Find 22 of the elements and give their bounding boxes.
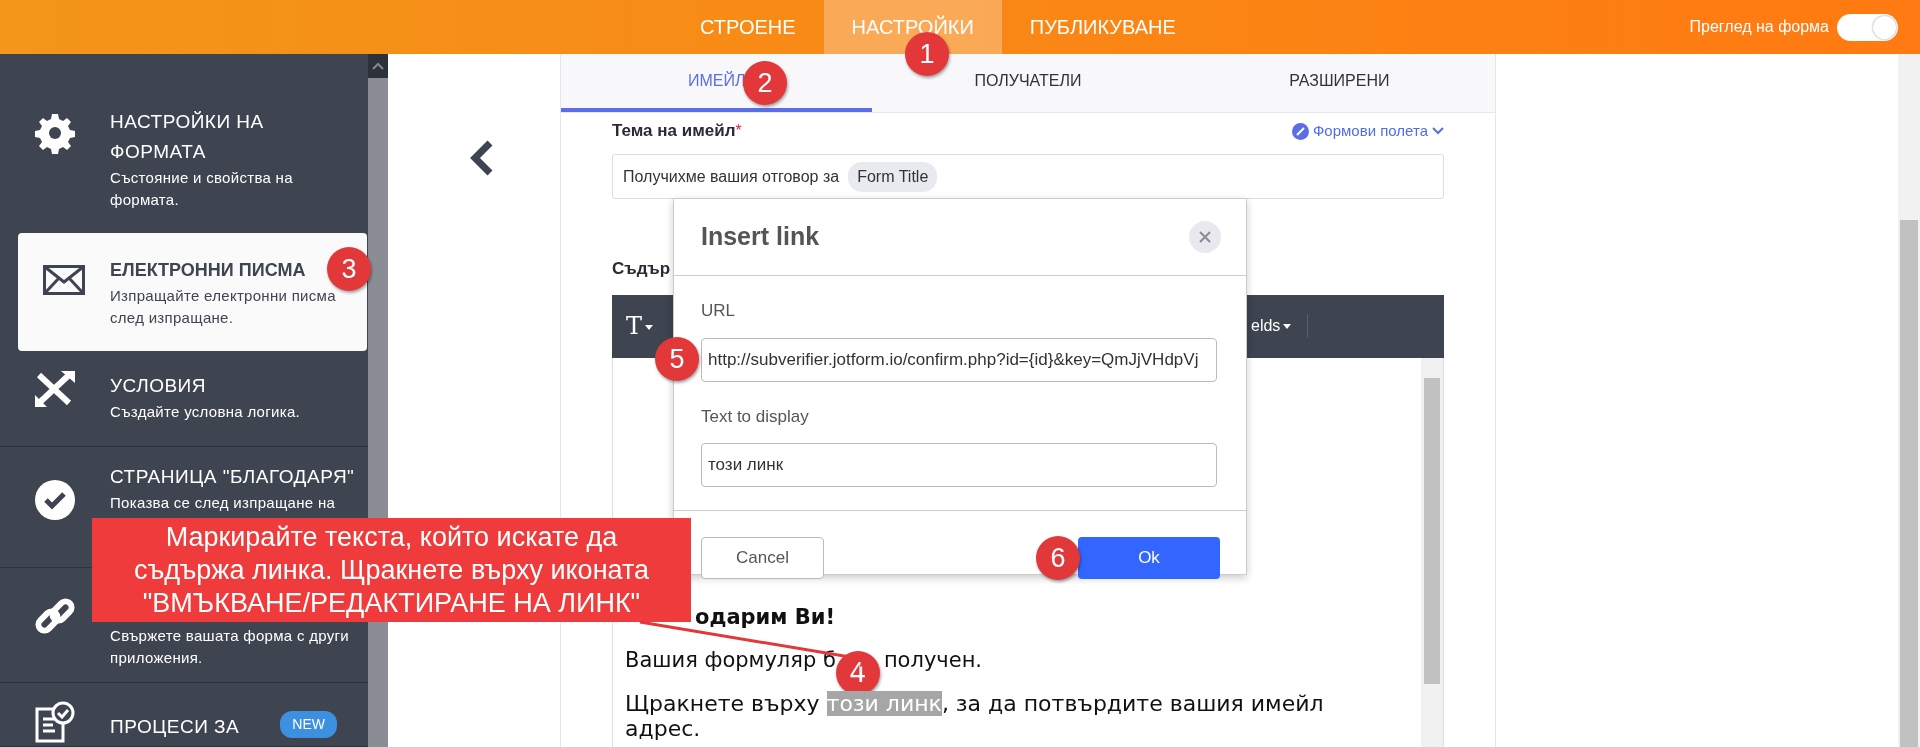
field-label: URL: [701, 300, 736, 322]
required-mark: *: [735, 121, 742, 141]
item-title: УСЛОВИЯ: [110, 374, 206, 398]
dialog-title: Insert link: [701, 221, 820, 253]
field-label: Тема на имейл: [612, 120, 736, 143]
annotation-tooltip: Маркирайте текста, който искате да съдържа линка. Щракнете върху иконата "ВМЪКВАНЕ/РЕДАКТИРАНЕ НА ЛИНК": [92, 518, 691, 622]
new-badge: NEW: [280, 711, 337, 738]
editor-text: получен.: [883, 647, 983, 675]
item-description: Създайте условна логика.: [110, 402, 300, 422]
subject-text: Получихме вашия отговор за: [623, 166, 840, 187]
item-title: СТРАНИЦА "БЛАГОДАРЯ": [110, 465, 355, 489]
item-description: Състояние и свойства на формата.: [110, 168, 294, 210]
field-chip: Form Title: [848, 161, 938, 192]
item-title: НАСТРОЙКИ НА ФОРМАТА: [110, 110, 265, 164]
selected-text: този линк: [826, 691, 942, 716]
field-label: Съдър: [612, 258, 671, 280]
preview-label: Преглед на форма: [1689, 17, 1829, 37]
item-description: Показва се след изпращане на: [110, 493, 337, 513]
item-title: ЕЛЕКТРОННИ ПИСМА: [110, 259, 306, 282]
field-label: Text to display: [701, 405, 810, 428]
item-title: ПРОЦЕСИ ЗА: [110, 715, 240, 739]
item-description: Свържете вашата форма с други приложения.: [110, 626, 350, 668]
